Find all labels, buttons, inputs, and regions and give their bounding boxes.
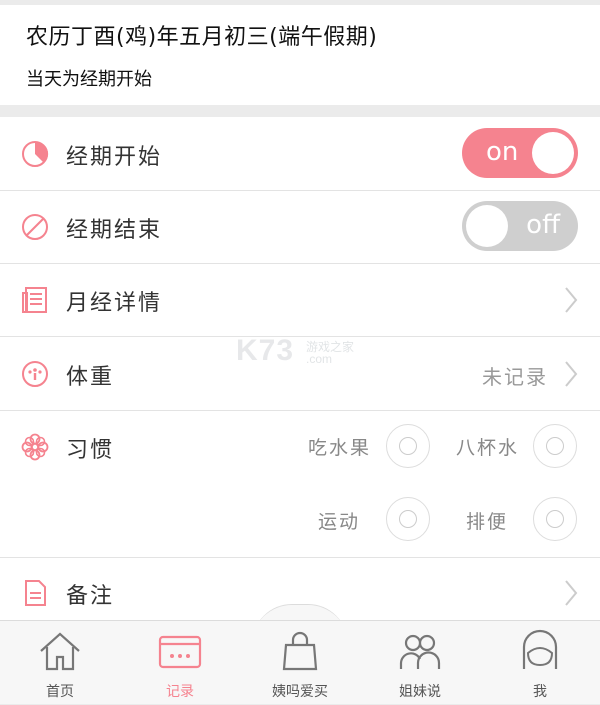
home-icon — [40, 632, 80, 671]
toggle-knob — [466, 205, 508, 247]
toggle-state-text: on — [486, 137, 519, 167]
weight-label: 体重 — [66, 365, 115, 390]
watermark-domain: .com — [306, 352, 333, 366]
habit-bowel-label: 排便 — [466, 511, 509, 533]
profile-icon — [522, 629, 558, 669]
tab-home[interactable]: 首页 — [0, 621, 120, 705]
period-end-row: 经期结束 off — [0, 191, 600, 264]
habits-row: 习惯 吃水果 八杯水 运动 排便 — [0, 411, 600, 558]
tab-me[interactable]: 我 — [480, 621, 600, 705]
habits-label: 习惯 — [66, 438, 115, 463]
period-end-toggle[interactable]: off — [462, 201, 578, 251]
flower-icon — [21, 433, 49, 461]
habit-exercise-label: 运动 — [318, 511, 361, 533]
menstrual-details-row[interactable]: 月经详情 — [0, 264, 600, 337]
habit-water-checkbox[interactable] — [533, 424, 577, 468]
chevron-right-icon — [565, 361, 578, 387]
period-start-row: 经期开始 on — [0, 117, 600, 191]
lunar-date: 农历丁酉(鸡)年五月初三(端午假期) — [26, 25, 378, 50]
date-header: 农历丁酉(鸡)年五月初三(端午假期) 当天为经期开始 — [0, 5, 600, 105]
tab-record[interactable]: 记录 — [120, 621, 240, 705]
tab-home-label: 首页 — [46, 684, 74, 700]
tab-me-label: 我 — [533, 684, 547, 700]
chevron-right-icon — [565, 580, 578, 606]
period-start-toggle[interactable]: on — [462, 128, 578, 178]
habit-exercise-checkbox[interactable] — [386, 497, 430, 541]
period-end-label: 经期结束 — [66, 218, 163, 243]
tab-record-label: 记录 — [166, 684, 194, 700]
document-list-icon — [22, 287, 47, 313]
toggle-knob — [532, 132, 574, 174]
people-icon — [399, 634, 441, 669]
period-start-label: 经期开始 — [66, 145, 163, 170]
weight-value: 未记录 — [482, 365, 548, 389]
period-start-icon — [22, 141, 49, 167]
habit-bowel-checkbox[interactable] — [533, 497, 577, 541]
tab-shop-label: 姨吗爱买 — [272, 684, 328, 700]
bottom-tab-bar: 首页 记录 姨吗爱买 姐妹说 我 — [0, 620, 600, 704]
tab-shop[interactable]: 姨吗爱买 — [240, 621, 360, 705]
watermark-logo: K73 — [236, 334, 295, 367]
habit-fruit-checkbox[interactable] — [386, 424, 430, 468]
habit-water-label: 八杯水 — [456, 437, 520, 459]
tab-sisters[interactable]: 姐妹说 — [360, 621, 480, 705]
habit-fruit-label: 吃水果 — [308, 437, 372, 459]
shopping-bag-icon — [282, 631, 318, 671]
toggle-state-text: off — [526, 210, 560, 240]
notes-label: 备注 — [66, 584, 115, 609]
prohibited-icon — [22, 214, 48, 240]
chevron-right-icon — [565, 287, 578, 313]
cycle-status: 当天为经期开始 — [26, 69, 152, 90]
section-divider — [0, 105, 600, 117]
weight-row[interactable]: 体重 未记录 — [0, 337, 600, 411]
note-document-icon — [25, 580, 46, 606]
record-card-icon — [158, 635, 202, 669]
tab-sisters-label: 姐妹说 — [399, 684, 441, 700]
menstrual-details-label: 月经详情 — [66, 291, 163, 316]
scale-icon — [22, 361, 48, 387]
